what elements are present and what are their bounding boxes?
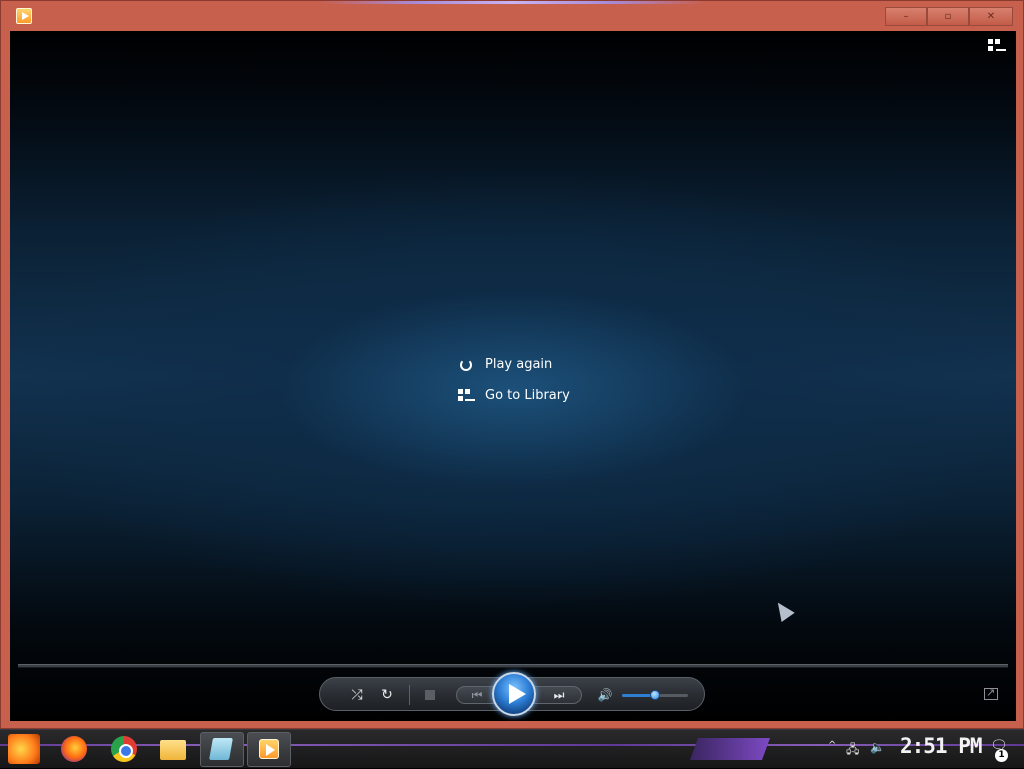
close-button[interactable]: ✕ (969, 7, 1013, 26)
now-playing-area: Play again Go to Library ⤮ ↻ ⏮ ⏭ 🔊 ↗ (10, 31, 1016, 721)
notification-badge: 1 (995, 749, 1008, 762)
stop-icon (425, 690, 435, 700)
media-player-app-icon[interactable] (16, 8, 32, 24)
play-again-label: Play again (485, 357, 553, 372)
minimize-button[interactable]: – (885, 7, 927, 26)
shuffle-icon: ⤮ (351, 687, 363, 703)
clock[interactable]: 2:51 PM (900, 734, 983, 758)
media-player-taskbar-icon[interactable] (259, 739, 279, 759)
show-hidden-icons-button[interactable]: ^ (828, 740, 836, 751)
title-bar[interactable]: – ▫ ✕ (1, 1, 1023, 31)
seek-bar[interactable] (18, 664, 1008, 668)
firefox-taskbar-icon[interactable] (61, 736, 87, 762)
window-controls: – ▫ ✕ (885, 7, 1013, 26)
end-of-playback-menu: Play again Go to Library (457, 349, 570, 411)
play-button[interactable] (492, 672, 536, 716)
play-again-link[interactable]: Play again (457, 349, 570, 380)
chrome-taskbar-icon[interactable] (111, 736, 137, 762)
replay-icon (457, 356, 475, 374)
volume-icon: 🔊 (597, 688, 613, 702)
file-explorer-taskbar-icon[interactable] (160, 740, 186, 760)
stop-button[interactable] (418, 678, 442, 712)
notes-taskbar-icon[interactable] (209, 738, 233, 760)
start-button[interactable] (8, 734, 40, 764)
media-player-window: – ▫ ✕ Play again Go to Library ⤮ ↻ ⏮ ⏭ 🔊… (0, 0, 1024, 729)
speaker-icon[interactable]: 🔈 (870, 740, 885, 754)
go-to-library-link[interactable]: Go to Library (457, 380, 570, 411)
volume-slider-thumb[interactable] (650, 690, 660, 700)
fullscreen-icon[interactable] (984, 686, 998, 700)
maximize-button[interactable]: ▫ (927, 7, 969, 26)
previous-button[interactable]: ⏮ (460, 678, 494, 712)
go-to-library-label: Go to Library (485, 388, 570, 403)
taskbar: ^ 🖧 🔈 2:51 PM 🗨 1 (0, 729, 1024, 768)
repeat-button[interactable]: ↻ (376, 678, 398, 712)
network-icon[interactable]: 🖧 (846, 740, 859, 761)
shuffle-button[interactable]: ⤮ (346, 678, 368, 712)
control-divider (409, 685, 410, 705)
next-icon: ⏭ (553, 687, 565, 702)
repeat-icon: ↻ (381, 687, 393, 703)
mute-button[interactable]: 🔊 (594, 678, 616, 712)
playback-controls: ⤮ ↻ ⏮ ⏭ 🔊 (319, 672, 705, 716)
previous-icon: ⏮ (471, 687, 483, 702)
mouse-pointer-icon (771, 598, 795, 622)
library-icon (457, 387, 475, 405)
next-button[interactable]: ⏭ (542, 678, 576, 712)
taskbar-decoration (690, 738, 770, 760)
switch-to-library-icon[interactable] (988, 39, 1006, 55)
